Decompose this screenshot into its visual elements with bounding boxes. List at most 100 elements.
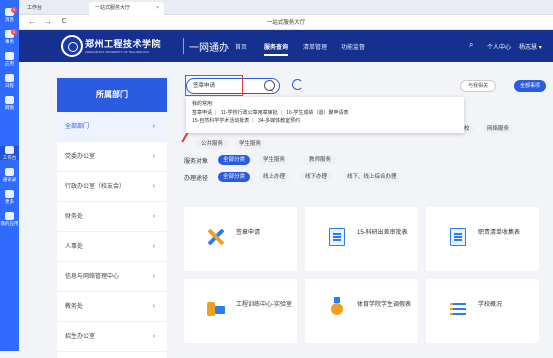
- site-header: 郑州工程技术学院 ZHENGZHOU UNIVERSITY OF TECHNOL…: [19, 30, 553, 62]
- tab-service-hall[interactable]: 一站式服务大厅 ×: [89, 2, 164, 15]
- caret-down-icon: ▾: [538, 45, 542, 51]
- service-card[interactable]: 签章申请: [184, 207, 297, 271]
- notification-badge: 1: [11, 29, 17, 35]
- filter-tag[interactable]: 学生服务: [234, 139, 267, 149]
- nav-home[interactable]: 首页: [235, 42, 247, 51]
- all-items-button[interactable]: 全部事项: [514, 80, 547, 92]
- leftbar-label: 应用: [5, 61, 14, 66]
- chevron-right-icon: ›: [152, 153, 155, 160]
- suggestion-item[interactable]: 签章申请: [192, 110, 212, 116]
- leftbar-item-workbench[interactable]: 工作台: [0, 146, 19, 160]
- list-icon: [448, 299, 468, 319]
- search-highlight-box: [181, 75, 243, 143]
- separator: |: [280, 110, 282, 116]
- leftbar-item-calendar[interactable]: 日程: [0, 74, 19, 88]
- header-divider: [183, 38, 184, 54]
- chevron-right-icon: ›: [152, 273, 155, 280]
- filter-tag-active[interactable]: 全部分类: [218, 155, 251, 165]
- leftbar-item-drive[interactable]: 网盘: [0, 96, 19, 110]
- service-card[interactable]: 体育学院学生调假表: [305, 279, 418, 343]
- nav-supervision[interactable]: 功能监督: [341, 42, 365, 51]
- tab-label: 一站式服务大厅: [95, 5, 131, 11]
- leftbar-item-contacts[interactable]: 通讯录: [0, 168, 19, 182]
- tab-label: 工作台: [27, 5, 43, 11]
- card-title: 学校概况: [478, 302, 503, 308]
- filter-tag[interactable]: 线上办理: [258, 172, 291, 182]
- user-menu[interactable]: 杨志慧 ▾: [519, 42, 542, 51]
- user-center-link[interactable]: 个人中心: [487, 42, 511, 51]
- document-icon: [327, 227, 347, 247]
- document-icon: [448, 227, 468, 247]
- service-card[interactable]: 15-科研出差审批表: [305, 207, 418, 271]
- card-title: 工程训练中心-实验室: [236, 302, 292, 308]
- app-sidebar: 消息 1 事务 1 应用 日程 网盘 工作台 通讯录 更多 我的应用: [0, 0, 19, 351]
- chevron-right-icon: ›: [152, 183, 155, 190]
- pen-ruler-icon: [206, 227, 226, 247]
- dept-label: 教务处: [65, 304, 84, 310]
- nav-service-query[interactable]: 服务查询: [264, 42, 289, 56]
- filter-tag[interactable]: 教师服务: [304, 155, 337, 165]
- channel-label: 办理途径: [184, 176, 209, 182]
- leftbar-label: 网盘: [5, 105, 14, 110]
- calendar-icon: [5, 74, 14, 82]
- suggestion-item[interactable]: 15-自然科学学术活动批表: [192, 118, 249, 124]
- service-card[interactable]: 工程训练中心-实验室: [184, 279, 297, 343]
- cloud-drive-icon: [5, 96, 14, 104]
- nav-list-management[interactable]: 清单管理: [303, 42, 327, 51]
- dept-label: 财务处: [65, 214, 84, 220]
- notification-badge: 1: [11, 7, 17, 13]
- filter-tag-active[interactable]: 全部分类: [218, 172, 251, 182]
- related-button[interactable]: 与我相关: [460, 80, 497, 92]
- dept-item[interactable]: 全部部门 ›: [57, 112, 167, 142]
- refresh-icon[interactable]: [292, 79, 303, 90]
- close-tab-icon[interactable]: ×: [156, 2, 159, 15]
- leftbar-item-my-apps[interactable]: 我的应用: [0, 212, 19, 226]
- dept-item[interactable]: 党委办公室 ›: [57, 142, 167, 172]
- apps-icon: [5, 52, 14, 60]
- leftbar-item-messages[interactable]: 消息 1: [0, 7, 19, 22]
- browser-tab-bar: 工作台 一站式服务大厅 ×: [19, 0, 553, 15]
- service-card[interactable]: 学校概况: [426, 279, 539, 343]
- medal-icon: [327, 297, 347, 319]
- leftbar-label: 更多: [5, 199, 14, 204]
- page-title: 一站式服务大厅: [266, 20, 306, 26]
- dept-item[interactable]: 财务处 ›: [57, 202, 167, 232]
- tab-workbench[interactable]: 工作台: [21, 2, 48, 15]
- dept-item[interactable]: 人事处 ›: [57, 232, 167, 262]
- dept-item[interactable]: 信息与网络管理中心 ›: [57, 262, 167, 292]
- portal-brand: 一网通办: [189, 43, 229, 54]
- dept-item[interactable]: 招生办公室 ›: [57, 322, 167, 352]
- chevron-right-icon: ›: [152, 243, 155, 250]
- dept-item[interactable]: 行政办公室（校友会） ›: [57, 172, 167, 202]
- service-card[interactable]: 职责清单收集表: [426, 207, 539, 271]
- leftbar-label: 我的应用: [0, 221, 19, 226]
- chevron-right-icon: ›: [152, 213, 155, 220]
- leftbar-label: 消息: [5, 17, 14, 22]
- contacts-icon: [5, 168, 14, 176]
- card-title: 职责清单收集表: [478, 230, 521, 236]
- main-content: 签章申请 与我相关 全部事项 我的常用: 签章申请 | 11-学校行政公章用章审批…: [174, 68, 553, 351]
- filter-tag[interactable]: 线下办理: [300, 172, 333, 182]
- search-icon[interactable]: [264, 80, 275, 91]
- dept-label: 人事处: [65, 244, 84, 250]
- suggestion-item[interactable]: 16-学生成绩（退）聚申请表: [286, 110, 348, 116]
- service-target-label: 服务对象: [184, 159, 209, 165]
- user-name: 杨志慧: [519, 45, 538, 51]
- suggestion-item[interactable]: 11-学校行政公章用章审批: [221, 110, 278, 116]
- more-icon: [5, 190, 14, 198]
- dept-item[interactable]: 教务处 ›: [57, 292, 167, 322]
- leftbar-item-more[interactable]: 更多: [0, 190, 19, 204]
- filter-tag[interactable]: 线下、线上综合办理: [342, 172, 402, 182]
- filter-tag[interactable]: 公共服务: [196, 139, 229, 149]
- key-tool-icon: [206, 299, 226, 319]
- separator: |: [215, 110, 217, 116]
- school-logo-icon: [61, 35, 83, 57]
- search-icon[interactable]: ⌕: [469, 40, 473, 50]
- filter-tag[interactable]: 网络服务: [482, 124, 515, 134]
- chevron-right-icon: ›: [152, 303, 155, 310]
- leftbar-item-affairs[interactable]: 事务 1: [0, 29, 19, 44]
- suggestion-item[interactable]: 34-多媒体教室预约: [258, 118, 300, 124]
- card-title: 15-科研出差审批表: [357, 230, 408, 236]
- leftbar-item-apps[interactable]: 应用: [0, 52, 19, 66]
- filter-tag[interactable]: 学生服务: [258, 155, 291, 165]
